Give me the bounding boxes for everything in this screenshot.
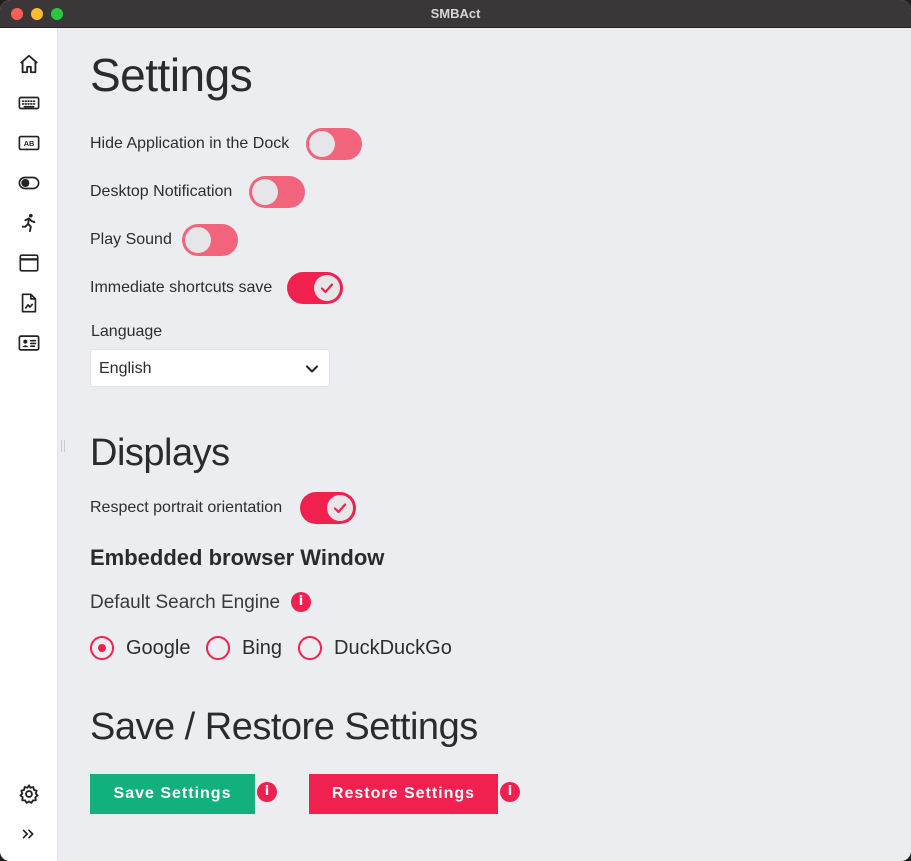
immediate-save-label: Immediate shortcuts save [90, 279, 273, 296]
portrait-orientation-label: Respect portrait orientation [90, 499, 283, 516]
toggle-knob [327, 495, 353, 521]
hide-dock-label: Hide Application in the Dock [90, 135, 290, 152]
settings-panel: Settings Hide Application in the Dock De… [58, 28, 911, 861]
browser-window-icon[interactable] [17, 251, 41, 275]
sidebar: AB [0, 28, 58, 861]
checkmark-icon [320, 283, 334, 294]
toggle-knob [185, 227, 211, 253]
home-icon[interactable] [17, 52, 41, 76]
app-window: SMBAct AB Settings Hide Application in t… [0, 0, 911, 861]
toggle-knob [309, 131, 335, 157]
radio-label: Bing [242, 636, 283, 659]
radio-circle [206, 636, 230, 660]
desktop-notification-toggle[interactable] [249, 176, 305, 208]
checkmark-icon [333, 503, 347, 514]
svg-text:AB: AB [24, 139, 35, 148]
search-engine-info-icon[interactable]: i [291, 592, 311, 612]
play-sound-toggle[interactable] [182, 224, 238, 256]
displays-heading: Displays [90, 432, 230, 474]
default-search-engine-label: Default Search Engine [90, 592, 281, 613]
radio-circle [298, 636, 322, 660]
toggle-knob [314, 275, 340, 301]
immediate-save-toggle[interactable] [287, 272, 343, 304]
hide-dock-toggle[interactable] [306, 128, 362, 160]
radio-label: Google [126, 636, 191, 659]
page-title: Settings [90, 49, 253, 101]
save-restore-heading: Save / Restore Settings [90, 706, 478, 748]
language-label: Language [91, 323, 163, 340]
toggle-icon[interactable] [17, 171, 41, 195]
window-title: SMBAct [430, 6, 481, 21]
radio-label: DuckDuckGo [334, 636, 452, 659]
document-image-icon[interactable] [17, 291, 41, 315]
double-chevron-right-icon[interactable] [17, 822, 41, 846]
restore-settings-info-icon[interactable]: i [500, 782, 520, 802]
radio-duckduckgo[interactable]: DuckDuckGo [298, 636, 452, 660]
save-settings-button[interactable]: Save Settings [90, 774, 255, 814]
toggle-knob [252, 179, 278, 205]
gear-icon[interactable] [17, 782, 41, 806]
title-bar: SMBAct [0, 0, 911, 28]
restore-settings-button[interactable]: Restore Settings [309, 774, 498, 814]
play-sound-label: Play Sound [90, 231, 172, 248]
language-select[interactable]: English [90, 349, 330, 387]
text-ab-icon[interactable]: AB [17, 131, 41, 155]
portrait-orientation-toggle[interactable] [300, 492, 356, 524]
radio-google[interactable]: Google [90, 636, 191, 660]
desktop-notification-label: Desktop Notification [90, 183, 233, 200]
save-settings-info-icon[interactable]: i [257, 782, 277, 802]
language-value: English [99, 360, 152, 377]
radio-bing[interactable]: Bing [206, 636, 282, 660]
running-person-icon[interactable] [17, 211, 41, 235]
keyboard-icon[interactable] [17, 91, 41, 115]
chevron-down-icon [306, 365, 318, 373]
embedded-browser-heading: Embedded browser Window [90, 545, 385, 570]
contact-card-icon[interactable] [17, 331, 41, 355]
radio-circle [90, 636, 114, 660]
